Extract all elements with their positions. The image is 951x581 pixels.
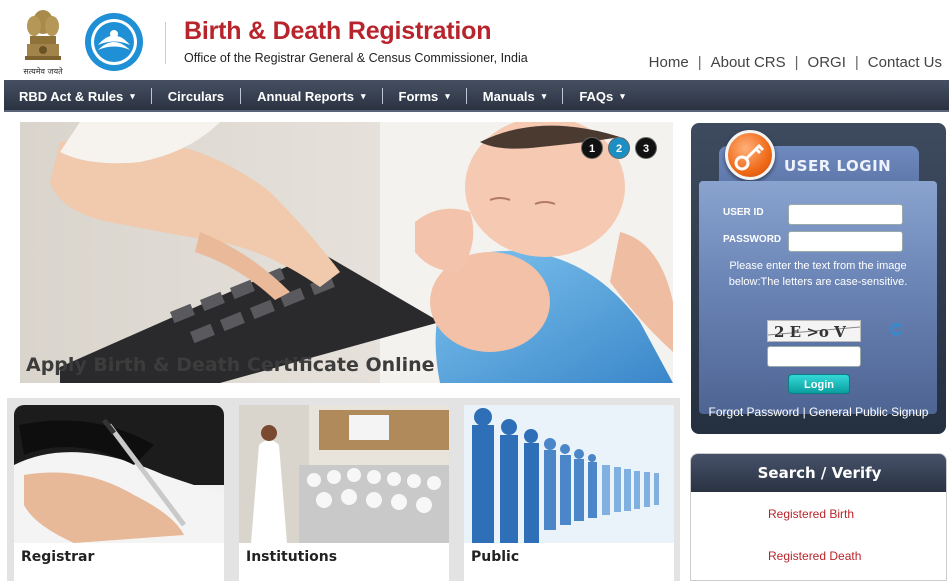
nav-label: Forms: [398, 88, 439, 104]
public-signup-link[interactable]: General Public Signup: [809, 405, 928, 419]
slide-dot-3[interactable]: 3: [635, 137, 657, 159]
nav-label: Manuals: [482, 88, 535, 104]
user-id-input[interactable]: [788, 204, 903, 225]
key-icon: [725, 130, 775, 180]
nav-divider: [562, 88, 564, 104]
nav-annual-reports[interactable]: Annual Reports ▾: [257, 89, 365, 104]
chevron-down-icon: ▾: [620, 90, 625, 101]
user-id-label: USER ID: [723, 207, 764, 218]
nav-divider: [465, 88, 467, 104]
hero-slider[interactable]: 1 2 3 Apply Birth & Death Certificate On…: [20, 122, 673, 383]
slider-caption: Apply Birth & Death Certificate Online: [26, 354, 435, 376]
password-input[interactable]: [788, 231, 903, 252]
home-link[interactable]: Home: [649, 54, 689, 71]
login-links: Forgot Password | General Public Signup: [691, 405, 946, 419]
public-image: [464, 405, 674, 543]
search-header: Search / Verify: [691, 454, 946, 492]
registered-death-link[interactable]: Registered Death: [768, 549, 861, 563]
chevron-down-icon: ▾: [360, 90, 366, 101]
site-subtitle: Office of the Registrar General & Census…: [184, 51, 528, 65]
refresh-icon[interactable]: [889, 322, 903, 336]
chevron-down-icon: ▾: [445, 90, 450, 101]
registrar-image: [14, 405, 224, 543]
contact-us-link[interactable]: Contact Us: [868, 54, 942, 71]
nav-divider: [240, 88, 242, 104]
nav-label: FAQs: [579, 88, 614, 104]
nav-divider: [150, 88, 152, 104]
header: सत्यमेव जयते Birth & Death Registration …: [0, 0, 951, 78]
chevron-down-icon: ▾: [541, 90, 547, 101]
login-panel: USER LOGIN USER ID PASSWORD Please enter…: [691, 123, 946, 434]
orgi-link[interactable]: ORGI: [808, 54, 846, 71]
login-title: USER LOGIN: [784, 157, 892, 175]
tile-institutions[interactable]: Institutions: [239, 405, 449, 581]
tile-label: Registrar: [21, 549, 95, 565]
nav-forms[interactable]: Forms ▾: [399, 89, 450, 104]
site-title: Birth & Death Registration: [184, 17, 492, 45]
slider-image: [20, 122, 673, 383]
chevron-down-icon: ▾: [130, 90, 135, 101]
captcha-instructions: Please enter the text from the image bel…: [728, 260, 908, 288]
nav-faqs[interactable]: FAQs ▾: [579, 89, 625, 104]
link-separator: |: [794, 54, 799, 71]
about-crs-link[interactable]: About CRS: [711, 54, 786, 71]
tile-section: Registrar Institutions Public: [7, 398, 680, 581]
nav-divider: [381, 88, 383, 104]
slide-dot-1[interactable]: 1: [581, 137, 603, 159]
nav-rbd-act-rules[interactable]: RBD Act & Rules ▾: [19, 89, 135, 104]
login-button[interactable]: Login: [788, 374, 850, 394]
main-nav: RBD Act & Rules ▾ Circulars Annual Repor…: [4, 80, 949, 112]
nav-label: RBD Act & Rules: [19, 88, 124, 104]
link-separator: |: [854, 54, 859, 71]
forgot-password-link[interactable]: Forgot Password: [709, 405, 800, 419]
nav-manuals[interactable]: Manuals ▾: [483, 89, 547, 104]
tile-public[interactable]: Public: [464, 405, 674, 581]
link-separator: |: [697, 54, 702, 71]
header-divider: [165, 22, 166, 64]
captcha-input[interactable]: [767, 346, 861, 367]
nav-label: Circulars: [167, 88, 225, 104]
registrar-general-logo: [84, 12, 144, 72]
link-separator: |: [802, 405, 806, 419]
tile-label: Institutions: [246, 549, 338, 565]
top-links: Home | About CRS | ORGI | Contact Us: [649, 54, 942, 71]
login-form: USER ID PASSWORD Please enter the text f…: [699, 181, 937, 414]
password-label: PASSWORD: [723, 234, 782, 245]
institutions-image: [239, 405, 449, 543]
nav-label: Annual Reports: [257, 88, 354, 104]
captcha-text: 2 E >o V: [774, 323, 846, 341]
national-emblem-logo: सत्यमेव जयते: [16, 6, 70, 76]
slide-dot-2[interactable]: 2: [608, 137, 630, 159]
search-verify-panel: Search / Verify Registered Birth Registe…: [690, 453, 947, 581]
page: सत्यमेव जयते Birth & Death Registration …: [0, 0, 951, 581]
search-title: Search / Verify: [757, 464, 882, 482]
captcha-image: 2 E >o V: [767, 320, 861, 342]
tile-label: Public: [471, 549, 520, 565]
nav-circulars[interactable]: Circulars: [168, 89, 224, 104]
emblem-motto: सत्यमेव जयते: [23, 67, 63, 76]
registered-birth-link[interactable]: Registered Birth: [768, 507, 854, 521]
tile-registrar[interactable]: Registrar: [14, 405, 224, 581]
